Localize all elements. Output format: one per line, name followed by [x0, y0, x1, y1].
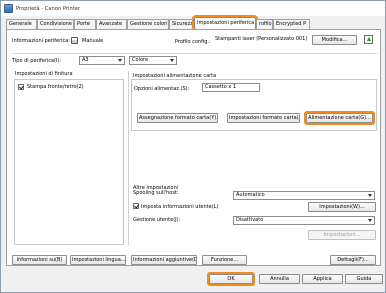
spooling-label: Spooling sull'host:	[133, 190, 179, 196]
device-settings-panel: Informazioni periferica: Manuale Profilo…	[6, 29, 381, 266]
spooling-value: Automatico	[236, 192, 265, 198]
profile-label: Profilo config.:	[175, 39, 211, 45]
mode-value: Manuale	[82, 38, 104, 44]
printer-app-icon	[4, 4, 13, 13]
user-mgmt-select[interactable]: Disattivato	[233, 216, 375, 225]
user-mgmt-label: Gestione utente(J):	[133, 217, 181, 223]
tab-advanced[interactable]: Avanzate	[96, 19, 127, 29]
cancel-button[interactable]: Annulla	[259, 274, 300, 284]
paper-size-select[interactable]: A3	[79, 56, 125, 65]
finishing-list: Stampa fronte/retro(2)	[14, 79, 124, 245]
upload-arrow-icon[interactable]	[364, 35, 373, 44]
printer-icon	[71, 37, 78, 44]
duplex-checkbox[interactable]	[18, 84, 24, 90]
tab-profile[interactable]: rofilo	[256, 19, 273, 29]
modify-button[interactable]: Modifica...	[312, 35, 357, 45]
paper-feed-button[interactable]: Alimentazione carta(G)...	[304, 111, 375, 125]
language-settings-button[interactable]: Impostazioni lingua...	[70, 255, 126, 265]
tab-ports[interactable]: Porte	[74, 19, 96, 29]
details-button[interactable]: Dettagli(F)...	[330, 255, 376, 265]
tab-security[interactable]: Sicurezz	[169, 19, 194, 29]
help-button[interactable]: Guida	[345, 274, 383, 284]
color-mode-select[interactable]: Colore	[129, 56, 177, 65]
paper-size-value: A3	[82, 57, 89, 63]
spooling-select[interactable]: Automatico	[233, 191, 375, 200]
paper-feed-group: Opzioni alimentaz.(S): Cassetto x 1 Asse…	[131, 79, 377, 131]
tab-general[interactable]: Generale	[6, 19, 37, 29]
title-bar: Proprietà - Canon Printer	[1, 1, 385, 16]
paper-size-settings-button[interactable]: Impostazioni formato carta(X)...	[227, 113, 300, 123]
chevron-down-icon	[368, 194, 372, 197]
user-info-checkbox[interactable]	[133, 203, 139, 209]
user-info-label: Imposta informazioni utente(L)	[141, 204, 219, 210]
additional-info-button[interactable]: Informazioni aggiuntive(D)	[131, 255, 197, 265]
divider	[12, 53, 377, 54]
about-button[interactable]: Informazioni su(B)	[12, 255, 67, 265]
chevron-down-icon	[118, 59, 122, 62]
tab-sharing[interactable]: Condivisione	[37, 19, 74, 29]
finishing-title: Impostazioni di finitura	[15, 71, 73, 77]
window-title: Proprietà - Canon Printer	[16, 5, 81, 12]
function-button[interactable]: Funzione...	[202, 255, 247, 265]
chevron-down-icon	[368, 219, 372, 222]
device-type-label: Tipo di periferica(I):	[12, 58, 62, 64]
settings-disabled-button: Impostazioni...	[308, 230, 376, 240]
properties-window: Proprietà - Canon Printer Generale Condi…	[0, 0, 386, 293]
tab-encrypted-print[interactable]: Encrypted P	[273, 19, 310, 29]
duplex-label: Stampa fronte/retro(2)	[27, 84, 84, 90]
profile-value: Stampanti laser (Personalizzato 001)	[215, 36, 308, 42]
assign-paper-size-button[interactable]: Assegnazione formato carta(Y)...	[137, 113, 218, 123]
apply-button[interactable]: Applica	[302, 274, 343, 284]
color-mode-value: Colore	[132, 57, 149, 63]
settings-w-button[interactable]: Impostazioni(W)...	[308, 202, 376, 212]
feed-options-field[interactable]: Cassetto x 1	[202, 83, 260, 92]
tab-color-management[interactable]: Gestione colori	[127, 19, 169, 29]
separator	[128, 71, 129, 245]
feed-options-label: Opzioni alimentaz.(S):	[134, 86, 190, 92]
ok-button[interactable]: OK	[207, 272, 255, 286]
tab-device-settings[interactable]: Impostazioni periferica	[192, 15, 258, 31]
user-mgmt-value: Disattivato	[236, 217, 264, 223]
device-info-label: Informazioni periferica:	[12, 38, 71, 44]
chevron-down-icon	[170, 59, 174, 62]
